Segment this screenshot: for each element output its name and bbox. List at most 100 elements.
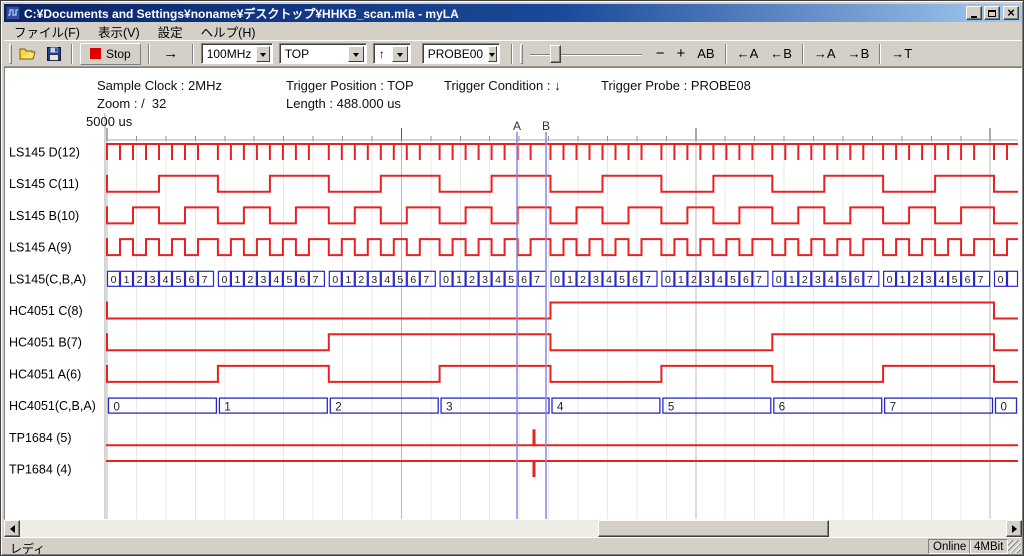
bus-value: 2 — [247, 274, 253, 286]
bus-value: 0 — [887, 274, 893, 286]
bus-value: 3 — [926, 274, 932, 286]
toolbar-grip[interactable] — [9, 44, 12, 64]
waveform-trace — [106, 366, 1018, 382]
bus-value: 4 — [828, 274, 834, 286]
bus-value: 7 — [202, 274, 208, 286]
trigger-probe-combo[interactable]: PROBE00 — [422, 43, 500, 64]
zoom-slider[interactable] — [530, 43, 642, 65]
bus-value: 1 — [456, 274, 462, 286]
signal-row: HC4051 A(6) — [9, 366, 1018, 382]
bus-value: 7 — [756, 274, 762, 286]
trigger-position-combo[interactable]: TOP — [279, 43, 367, 64]
signal-label: LS145 A(9) — [9, 241, 72, 255]
signal-label: HC4051(C,B,A) — [9, 399, 96, 413]
bus-value: 6 — [632, 274, 638, 286]
maximize-button[interactable] — [984, 6, 1000, 20]
bus-value: 5 — [397, 274, 403, 286]
sample-rate-value: 100MHz — [202, 44, 257, 63]
bus-value: 0 — [332, 274, 338, 286]
signal-label: LS145 C(11) — [9, 177, 79, 191]
bus-value: 6 — [299, 274, 305, 286]
zoom-out-button[interactable]: − — [650, 43, 671, 65]
menu-item-view[interactable]: 表示(V) — [89, 21, 149, 42]
signal-row: HC4051(C,B,A)012345670 — [9, 398, 1017, 414]
app-window: C:¥Documents and Settings¥noname¥デスクトップ¥… — [0, 0, 1024, 556]
scroll-thumb[interactable] — [598, 520, 829, 537]
horizontal-scrollbar[interactable] — [4, 520, 1022, 537]
combo-drop-button[interactable] — [256, 46, 269, 62]
waveform-trace — [106, 334, 1018, 350]
bus-value: 4 — [384, 274, 390, 286]
signal-label: HC4051 C(8) — [9, 304, 83, 318]
minimize-icon — [971, 16, 977, 18]
combo-drop-button[interactable] — [392, 46, 408, 62]
bus-value: 6 — [410, 274, 416, 286]
chevron-down-icon — [353, 53, 359, 60]
bus-value: 3 — [593, 274, 599, 286]
slider-thumb[interactable] — [550, 45, 561, 63]
toolbar-separator — [879, 44, 881, 64]
bus-value: 5 — [952, 274, 958, 286]
signal-row: LS145 D(12) — [9, 144, 1018, 160]
toolbar-grip — [520, 44, 523, 64]
signal-label: HC4051 B(7) — [9, 336, 82, 350]
signal-row: HC4051 C(8) — [9, 303, 1018, 319]
slider-track[interactable] — [530, 54, 642, 56]
trigger-probe-value: PROBE00 — [423, 44, 488, 63]
trigger-edge-combo[interactable]: ↑ — [373, 43, 411, 64]
marker-a-label: A — [513, 119, 521, 133]
close-button[interactable]: × — [1003, 6, 1019, 20]
bus-value: 2 — [137, 274, 143, 286]
bus-value: 2 — [335, 402, 341, 414]
menu-item-settings[interactable]: 設定 — [149, 21, 192, 42]
menu-item-help[interactable]: ヘルプ(H) — [192, 21, 265, 42]
bus-value: 7 — [312, 274, 318, 286]
sample-rate-combo[interactable]: 100MHz — [201, 43, 273, 64]
minimize-button[interactable] — [966, 6, 982, 20]
menu-bar: ファイル(F)表示(V)設定ヘルプ(H) — [4, 23, 1022, 40]
bus-cell — [441, 398, 549, 413]
info-zoom: Zoom : / 32 — [97, 96, 166, 111]
bus-value: 6 — [854, 274, 860, 286]
bus-value: 4 — [273, 274, 279, 286]
goto-trigger-button[interactable]: →T — [885, 43, 918, 65]
zoom-in-button[interactable]: + — [670, 43, 691, 65]
combo-drop-button[interactable] — [348, 46, 364, 62]
bus-cell — [330, 398, 438, 413]
open-button[interactable] — [15, 43, 41, 65]
title-bar[interactable]: C:¥Documents and Settings¥noname¥デスクトップ¥… — [4, 4, 1022, 22]
open-folder-icon — [19, 47, 37, 61]
waveform-canvas[interactable]: 5000 usLS145 D(12)LS145 C(11)LS145 B(10)… — [5, 111, 1019, 520]
run-button[interactable]: → — [154, 43, 188, 65]
scroll-right-button[interactable] — [1006, 520, 1022, 537]
stop-icon — [90, 48, 101, 59]
save-button[interactable] — [41, 43, 67, 65]
info-trigger-probe: Trigger Probe : PROBE08 — [601, 78, 751, 93]
menu-item-file[interactable]: ファイル(F) — [5, 21, 89, 42]
set-marker-a-button[interactable]: →A — [808, 43, 842, 65]
bus-value: 1 — [789, 274, 795, 286]
bus-value: 3 — [150, 274, 156, 286]
bus-value: 4 — [606, 274, 612, 286]
bus-value: 6 — [743, 274, 749, 286]
toolbar: Stop → 100MHz TOP ↑ PROBE00 − + AB — [4, 40, 1022, 67]
signal-label: LS145 B(10) — [9, 209, 79, 223]
toolbar-separator — [148, 44, 150, 64]
stop-button[interactable]: Stop — [80, 43, 141, 65]
bus-value: 2 — [691, 274, 697, 286]
scroll-left-button[interactable] — [4, 520, 20, 537]
bus-value: 5 — [286, 274, 292, 286]
info-length: Length : 488.000 us — [286, 96, 401, 111]
bus-value: 3 — [704, 274, 710, 286]
goto-marker-b-button[interactable]: ←B — [764, 43, 798, 65]
goto-marker-a-button[interactable]: ←A — [731, 43, 765, 65]
bus-value: 5 — [176, 274, 182, 286]
bus-value: 5 — [619, 274, 625, 286]
save-floppy-icon — [47, 47, 61, 61]
ab-span-button[interactable]: AB — [691, 43, 720, 65]
set-marker-b-button[interactable]: →B — [842, 43, 876, 65]
bus-value: 4 — [495, 274, 501, 286]
combo-drop-button[interactable] — [488, 46, 497, 62]
resize-grip[interactable] — [1008, 540, 1021, 553]
trigger-edge-value: ↑ — [374, 44, 392, 63]
